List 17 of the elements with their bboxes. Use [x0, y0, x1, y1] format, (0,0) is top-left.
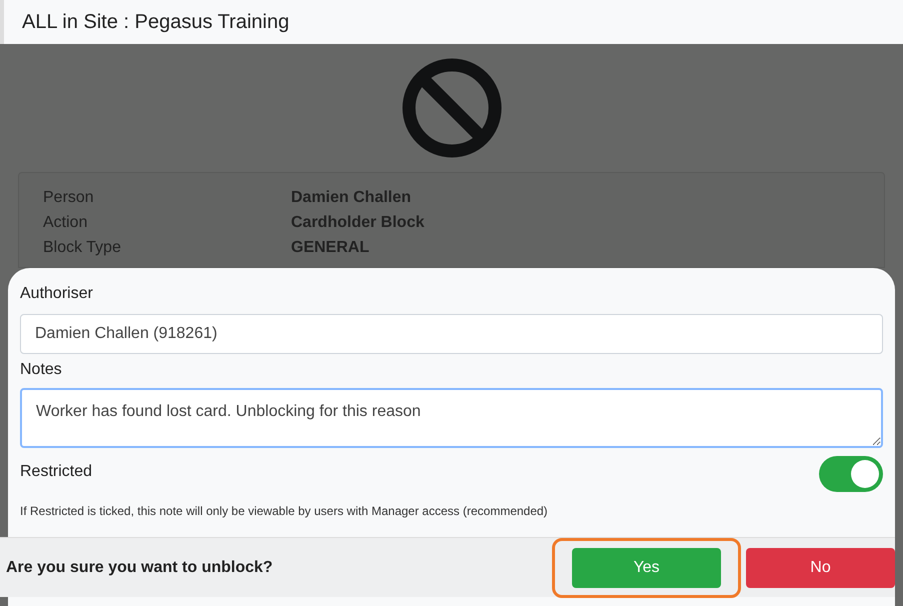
field-label: Notes [20, 360, 63, 380]
window-title: ALL in Site : Pegasus Training [22, 10, 290, 35]
restricted-toggle[interactable] [819, 456, 883, 492]
detail-label: Action [43, 212, 88, 232]
notes-field[interactable]: Worker has found lost card. Unblocking for this reason [20, 388, 883, 448]
detail-label: Person [43, 188, 95, 208]
no-button[interactable]: No [746, 548, 895, 588]
confirm-question: Are you sure you want to unblock? [6, 558, 274, 578]
detail-label: Block Type [43, 238, 122, 258]
detail-value: Cardholder Block [291, 212, 424, 232]
hint-text: If Restricted is ticked, this note will only be viewable by users with Manager access (recommended) [20, 503, 549, 520]
detail-value: GENERAL [291, 238, 370, 258]
authoriser-field[interactable]: Damien Challen (918261) [20, 314, 883, 354]
field-label: Restricted [20, 462, 92, 482]
blocked-icon [402, 58, 502, 158]
field-label: Authoriser [20, 284, 94, 304]
detail-value: Damien Challen [291, 188, 412, 208]
